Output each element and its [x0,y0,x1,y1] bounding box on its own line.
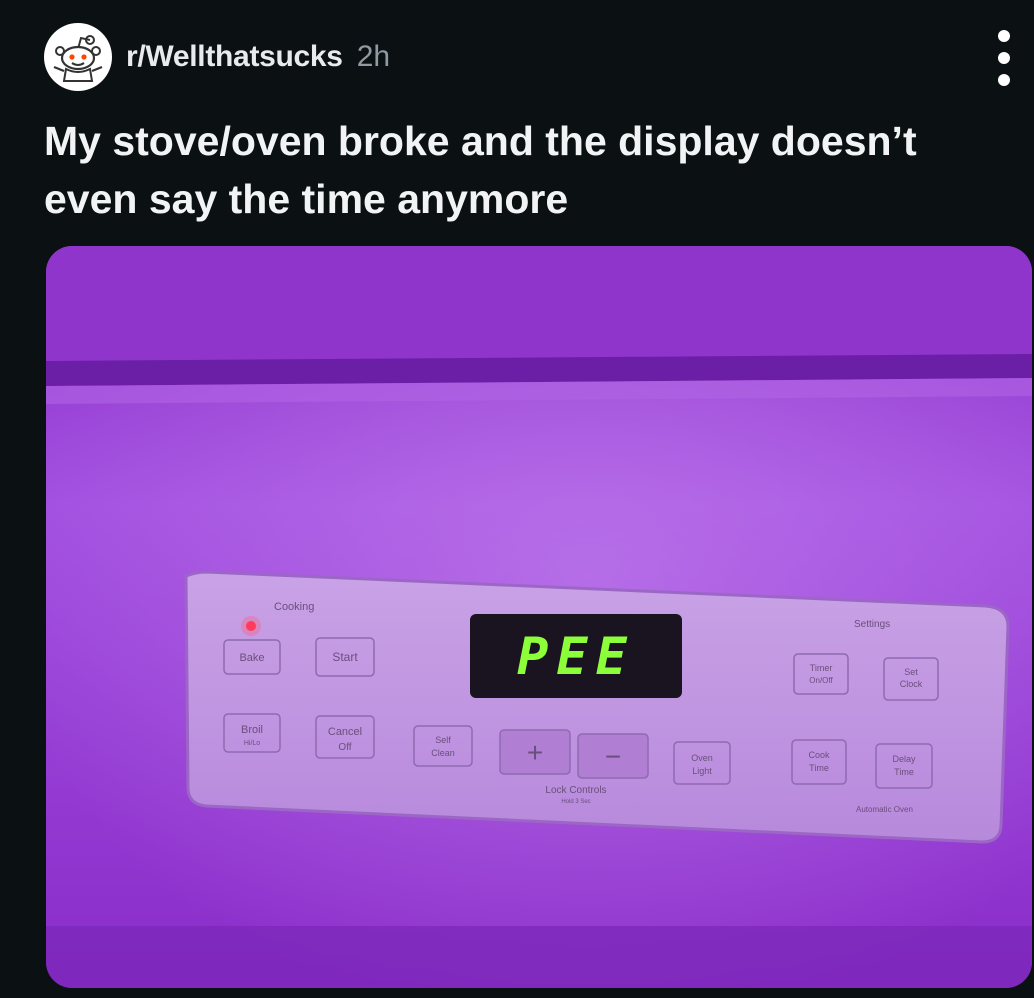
cancel-label: Cancel [328,726,362,738]
cooking-label: Cooking [274,601,314,613]
clock-label: Clock [900,679,923,689]
cook-time-label: Time [809,763,829,773]
settings-label: Settings [854,619,890,630]
start-label: Start [332,650,358,664]
clean-label: Clean [431,748,455,758]
timer-onoff-label: On/Off [809,676,833,685]
off-label: Off [338,742,351,753]
post-card: r/Wellthatsucks 2h My stove/oven broke a… [0,0,1034,998]
reddit-snoo-icon [53,35,103,82]
delay-label: Delay [892,754,916,764]
post-title[interactable]: My stove/oven broke and the display does… [44,112,1004,228]
cook-label: Cook [808,750,830,760]
minus-label: − [605,741,621,772]
bake-label: Bake [239,652,264,664]
post-age: 2h [356,40,391,73]
set-label: Set [904,667,918,677]
hold-label: Hold 3 Sec [561,799,590,805]
subreddit-avatar[interactable] [44,23,112,91]
plus-label: + [527,737,543,768]
more-dot [998,74,1010,86]
post-header: r/Wellthatsucks 2h [44,22,994,92]
broil-label: Broil [241,724,263,736]
more-options-button[interactable] [992,30,1016,86]
minus-button[interactable]: − [577,733,649,779]
control-panel: Cooking Settings Bake Start PEE Broil Hi… [184,570,1010,844]
light-label: Light [692,766,712,776]
delay-time-label: Time [894,767,914,777]
more-vertical-icon [998,30,1010,42]
oven-display: PEE [470,614,682,698]
timer-label: Timer [810,663,833,673]
plus-button[interactable]: + [499,729,571,775]
display-readout: PEE [517,627,635,687]
post-image[interactable]: Cooking Settings Bake Start PEE Broil Hi… [46,246,1032,988]
oven-photo: Cooking Settings Bake Start PEE Broil Hi… [46,246,1032,988]
lock-controls-label: Lock Controls [545,785,606,796]
self-label: Self [435,735,451,745]
oven-label: Oven [691,753,713,763]
subreddit-name[interactable]: r/Wellthatsucks [126,40,343,74]
more-dot [998,52,1010,64]
broil-sub-label: Hi/Lo [244,740,260,747]
automatic-oven-label: Automatic Oven [856,805,913,814]
